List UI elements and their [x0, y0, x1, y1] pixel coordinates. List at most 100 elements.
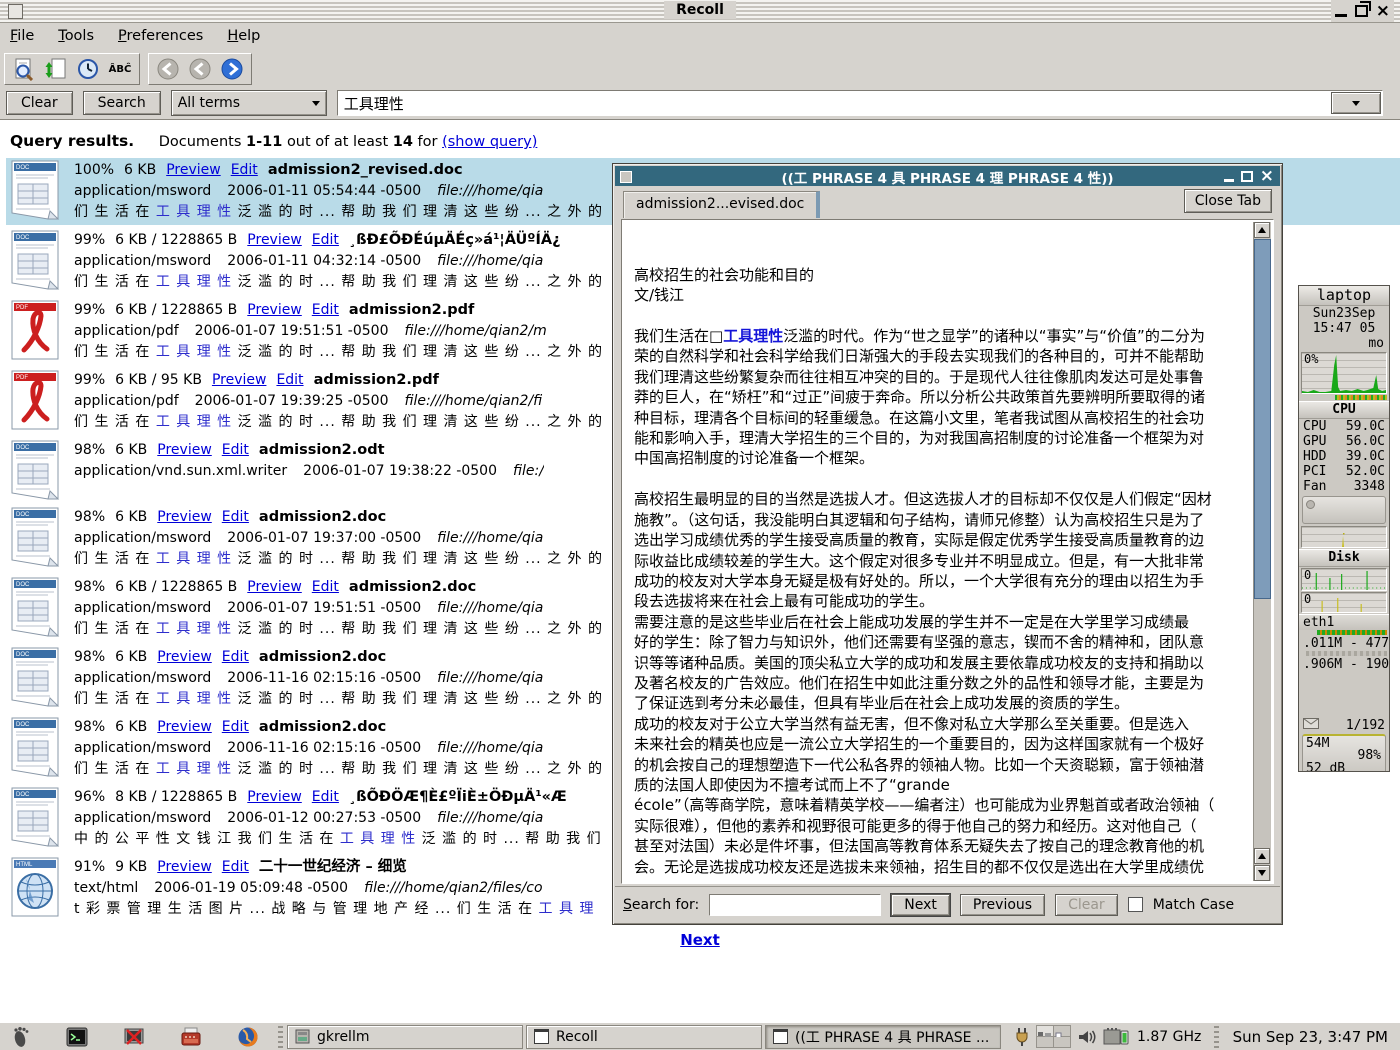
task-preview-active[interactable]: ((工 PHRASE 4 具 PHRASE ...: [765, 1025, 1001, 1049]
results-range: 1-11: [246, 134, 282, 150]
preview-tab[interactable]: admission2...evised.doc: [623, 191, 820, 218]
firefox-icon[interactable]: [236, 1025, 260, 1049]
query-input[interactable]: [337, 90, 1383, 116]
workspace-1[interactable]: [1037, 1026, 1053, 1036]
toolbar: ÂBĈ: [0, 50, 1400, 88]
find-clear-button[interactable]: Clear: [1055, 894, 1118, 916]
edit-link[interactable]: Edit: [312, 789, 339, 805]
match-case-checkbox[interactable]: [1128, 897, 1143, 912]
vertical-scrollbar[interactable]: [1253, 222, 1271, 881]
search-bar: Clear Search All terms: [0, 88, 1400, 118]
sort-icon[interactable]: [43, 56, 69, 82]
preview-link[interactable]: Preview: [247, 302, 302, 318]
window-menu-icon[interactable]: [620, 171, 632, 183]
search-for-label: Search for:: [623, 897, 699, 913]
edit-link[interactable]: Edit: [222, 509, 249, 525]
preview-link[interactable]: Preview: [157, 859, 212, 875]
typewriter-icon[interactable]: [179, 1025, 203, 1049]
scroll-down-button[interactable]: [1254, 865, 1270, 881]
preview-link[interactable]: Preview: [157, 719, 212, 735]
menu-help[interactable]: Help: [227, 28, 260, 44]
result-abstract: 中 的 公 平 性 文 钱 江 我 们 生 活 在 工 具 理 性 泛 滥 的 …: [74, 829, 602, 850]
doc-file-icon: DOC: [10, 787, 60, 847]
close-button[interactable]: ×: [1376, 2, 1390, 20]
power-plug-icon[interactable]: [1014, 1027, 1030, 1047]
panel-handle[interactable]: [278, 1026, 283, 1048]
panel-handle[interactable]: [1214, 1026, 1219, 1048]
query-history-dropdown[interactable]: [1331, 92, 1381, 114]
find-input[interactable]: [709, 894, 881, 916]
menu-tools[interactable]: Tools: [58, 28, 94, 44]
mail-count: 1/192: [1346, 718, 1385, 733]
edit-link[interactable]: Edit: [276, 372, 303, 388]
result-relevance: 98%: [74, 579, 105, 595]
highlighted-term: 工具理性: [723, 327, 783, 345]
preview-link[interactable]: Preview: [166, 162, 221, 178]
menu-preferences[interactable]: Preferences: [118, 28, 203, 44]
cpufreq-battery-icon[interactable]: [1103, 1027, 1129, 1047]
result-size: 6 KB: [115, 719, 147, 735]
gkrellm-window[interactable]: laptop Sun23Sep 15:47 05 mo 0% CPU CPU59…: [1298, 285, 1390, 772]
edit-link[interactable]: Edit: [222, 859, 249, 875]
cpu-frequency: 1.87 GHz: [1137, 1029, 1201, 1045]
nav-first-back-icon[interactable]: [155, 56, 181, 82]
forward-icon[interactable]: [219, 56, 245, 82]
close-button[interactable]: ×: [1260, 167, 1274, 185]
xkill-icon[interactable]: [122, 1025, 146, 1049]
preview-link[interactable]: Preview: [157, 442, 212, 458]
workspace-3[interactable]: [1037, 1037, 1053, 1047]
result-date: 2006-11-16 02:15:16 -0500: [227, 740, 421, 756]
workspace-switcher[interactable]: [1036, 1025, 1071, 1048]
scrollbar-thumb[interactable]: [1254, 239, 1271, 599]
menu-file[interactable]: File: [10, 28, 34, 44]
clock-area[interactable]: Sun Sep 23, 3:47 PM: [1210, 1023, 1400, 1050]
preview-link[interactable]: Preview: [247, 579, 302, 595]
restore-button[interactable]: [1355, 5, 1368, 17]
minimize-button[interactable]: [1224, 179, 1234, 182]
preview-link[interactable]: Preview: [157, 649, 212, 665]
next-page-link[interactable]: Next: [680, 931, 720, 949]
task-recoll[interactable]: Recoll: [526, 1025, 762, 1049]
search-button[interactable]: Search: [83, 91, 161, 115]
show-query-link[interactable]: (show query): [442, 134, 537, 150]
gnome-menu-icon[interactable]: [8, 1025, 32, 1049]
result-relevance: 98%: [74, 649, 105, 665]
edit-link[interactable]: Edit: [222, 719, 249, 735]
doc-file-icon: DOC: [10, 717, 60, 777]
clear-button[interactable]: Clear: [6, 91, 73, 115]
title-bar[interactable]: Recoll ×: [0, 0, 1400, 23]
close-tab-button[interactable]: Close Tab: [1184, 189, 1272, 213]
history-clock-icon[interactable]: [75, 56, 101, 82]
window-menu-icon[interactable]: [8, 4, 23, 19]
find-next-button[interactable]: Next: [891, 894, 950, 916]
back-icon[interactable]: [187, 56, 213, 82]
volume-icon[interactable]: [1077, 1028, 1097, 1046]
preview-link[interactable]: Preview: [157, 509, 212, 525]
preview-text-panel[interactable]: 高校招生的社会功能和目的 文/钱江 我们生活在□工具理性泛滥的时代。作为“世之显…: [621, 219, 1274, 884]
minimize-button[interactable]: [1335, 14, 1347, 17]
query-document-icon[interactable]: [11, 56, 37, 82]
task-gkrellm[interactable]: gkrellm: [287, 1025, 523, 1049]
find-previous-button[interactable]: Previous: [960, 894, 1045, 916]
terminal-icon[interactable]: [65, 1025, 89, 1049]
term-explorer-icon[interactable]: ÂBĈ: [107, 56, 133, 82]
preview-link[interactable]: Preview: [212, 372, 267, 388]
edit-link[interactable]: Edit: [312, 579, 339, 595]
search-mode-select[interactable]: All terms: [171, 90, 327, 116]
edit-link[interactable]: Edit: [312, 302, 339, 318]
preview-title-bar[interactable]: ((工 PHRASE 4 具 PHRASE 4 理 PHRASE 4 性)) ×: [615, 166, 1280, 186]
scroll-up-button-bottom[interactable]: [1254, 848, 1270, 864]
preview-link[interactable]: Preview: [247, 789, 302, 805]
preview-link[interactable]: Preview: [247, 232, 302, 248]
scroll-up-button[interactable]: [1254, 222, 1270, 238]
workspace-2[interactable]: [1054, 1026, 1070, 1036]
edit-link[interactable]: Edit: [222, 442, 249, 458]
doc-file-icon: DOC: [10, 647, 60, 707]
edit-link[interactable]: Edit: [312, 232, 339, 248]
maximize-button[interactable]: [1241, 171, 1253, 182]
result-mimetype: application/vnd.sun.xml.writer: [74, 463, 287, 479]
edit-link[interactable]: Edit: [222, 649, 249, 665]
edit-link[interactable]: Edit: [231, 162, 258, 178]
workspace-4[interactable]: [1054, 1037, 1070, 1047]
svg-text:DOC: DOC: [16, 165, 30, 171]
